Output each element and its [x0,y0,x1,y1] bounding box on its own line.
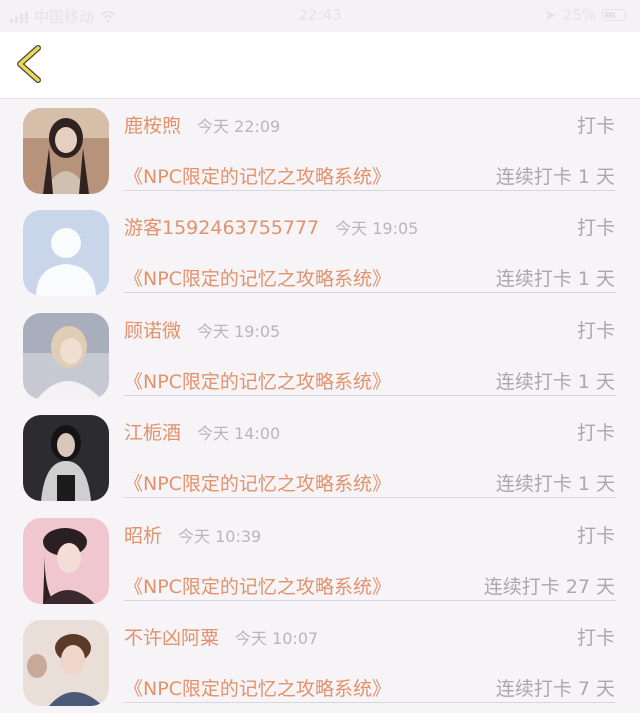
nav-bar [0,32,640,99]
book-title-link[interactable]: 《NPC限定的记忆之攻略系统》 [124,264,391,291]
avatar[interactable] [23,312,109,399]
streak-label: 连续打卡 1 天 [495,473,615,496]
checkin-action: 打卡 [576,115,615,137]
avatar[interactable] [23,619,109,706]
user-name: 鹿桉煦 今天 22:09 [124,115,281,137]
streak-label: 连续打卡 7 天 [495,677,615,700]
checkin-time: 今天 10:07 [235,628,319,648]
checkin-time: 今天 19:05 [335,219,419,239]
divider [124,292,616,294]
user-name: 顾诺微 今天 19:05 [124,319,281,342]
book-title-link[interactable]: 《NPC限定的记忆之攻略系统》 [124,469,391,496]
avatar[interactable] [23,517,109,604]
book-title-link[interactable]: 《NPC限定的记忆之攻略系统》 [124,367,391,394]
back-arrow-icon [17,45,41,83]
list-item[interactable]: 不许凶阿粟 今天 10:07 打卡 《NPC限定的记忆之攻略系统》 连续打卡 7 … [0,611,640,713]
battery-label: 25% [562,6,596,24]
divider [124,599,616,601]
streak-label: 连续打卡 1 天 [495,370,615,393]
streak-label: 连续打卡 27 天 [483,575,615,598]
checkin-time: 今天 14:00 [197,424,281,444]
avatar[interactable] [23,415,109,502]
user-name: 不许凶阿粟 今天 10:07 [124,626,319,649]
list-item[interactable]: 江栀酒 今天 14:00 打卡 《NPC限定的记忆之攻略系统》 连续打卡 1 天 [0,406,640,508]
book-title-link[interactable]: 《NPC限定的记忆之攻略系统》 [124,674,391,701]
divider [124,394,616,396]
checkin-action: 打卡 [576,626,615,649]
checkin-action: 打卡 [576,217,615,240]
divider [124,701,616,703]
user-name: 游客1592463755777 今天 19:05 [124,217,419,240]
checkin-action: 打卡 [576,524,615,547]
streak-label: 连续打卡 1 天 [495,166,615,188]
battery-icon [602,9,626,21]
back-button[interactable] [12,44,52,84]
user-name: 昭析 今天 10:39 [124,524,262,547]
user-name: 江栀酒 今天 14:00 [124,422,281,445]
avatar[interactable] [23,210,109,297]
checkin-time: 今天 10:39 [178,526,262,546]
list-item[interactable]: 昭析 今天 10:39 打卡 《NPC限定的记忆之攻略系统》 连续打卡 27 天 [0,509,640,611]
checkin-action: 打卡 [576,422,615,445]
divider [124,190,616,191]
list-item[interactable]: 鹿桉煦 今天 22:09 打卡 《NPC限定的记忆之攻略系统》 连续打卡 1 天 [0,99,640,201]
streak-label: 连续打卡 1 天 [495,268,615,291]
checkin-time: 今天 19:05 [197,321,281,341]
list-item[interactable]: 顾诺微 今天 19:05 打卡 《NPC限定的记忆之攻略系统》 连续打卡 1 天 [0,304,640,406]
list-item[interactable]: 游客1592463755777 今天 19:05 打卡 《NPC限定的记忆之攻略系… [0,201,640,303]
status-right: ➤ 25% [544,6,626,24]
divider [124,497,616,499]
book-title-link[interactable]: 《NPC限定的记忆之攻略系统》 [124,162,391,189]
checkin-action: 打卡 [576,319,615,342]
book-title-link[interactable]: 《NPC限定的记忆之攻略系统》 [124,572,391,599]
status-bar: 中国移动 22:43 ➤ 25% [0,0,640,32]
avatar[interactable] [23,108,109,194]
location-icon: ➤ [544,6,557,24]
checkin-list: 鹿桉煦 今天 22:09 打卡 《NPC限定的记忆之攻略系统》 连续打卡 1 天 … [0,99,640,713]
checkin-time: 今天 22:09 [197,117,281,136]
